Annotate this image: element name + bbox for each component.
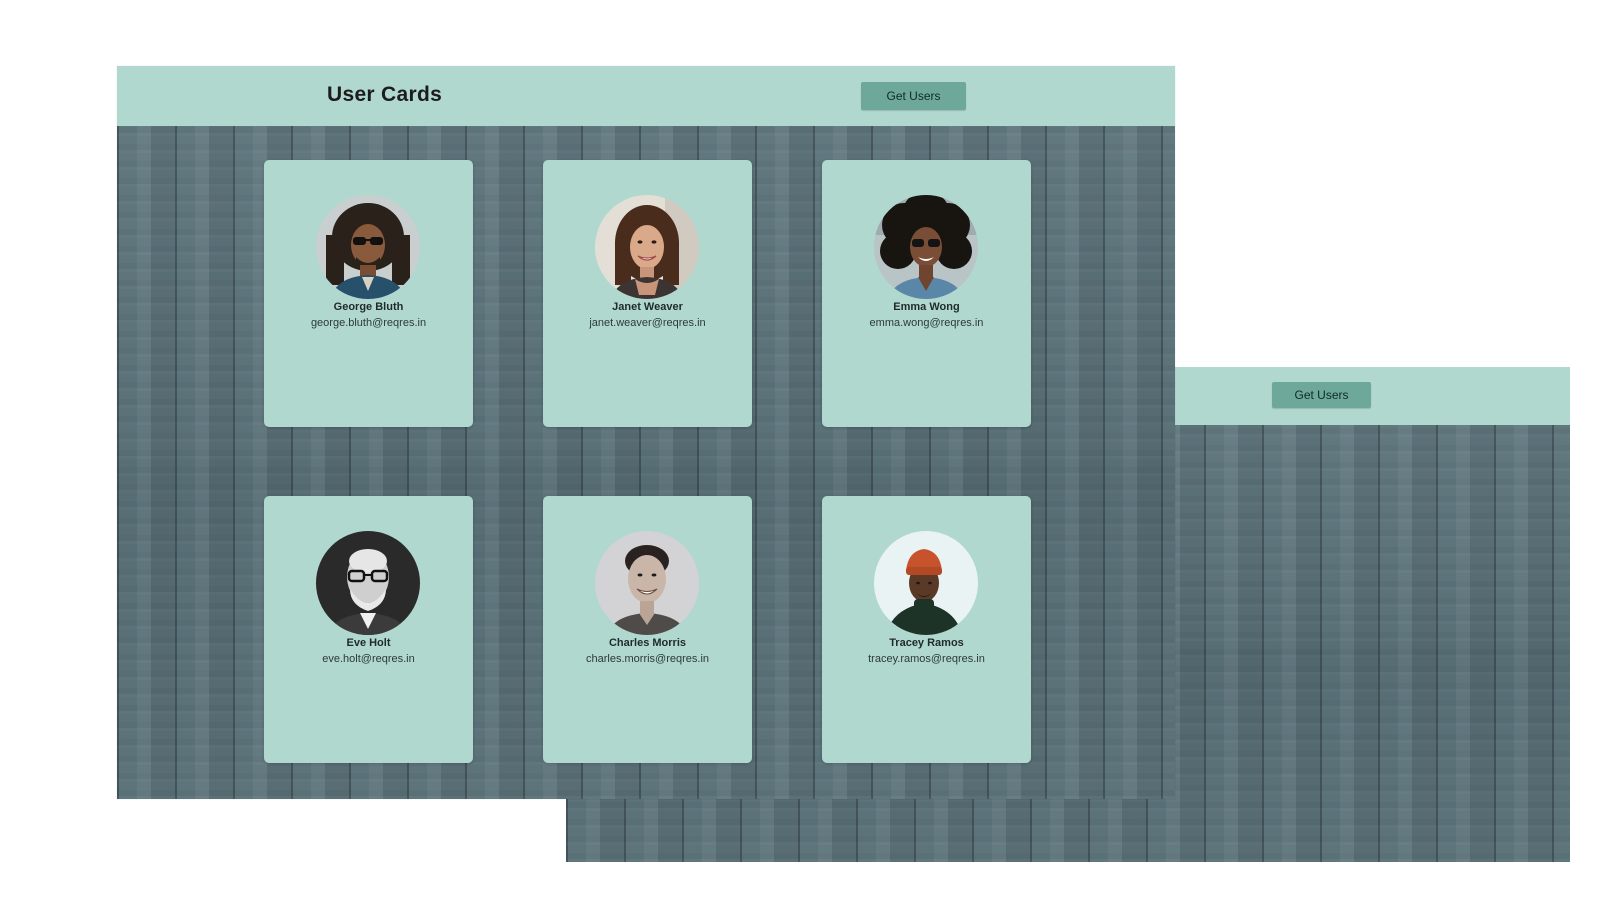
user-email: emma.wong@reqres.in: [869, 317, 984, 329]
cards-area: George Bluth george.bluth@reqres.in Jane…: [117, 126, 1175, 799]
user-name: Eve Holt: [346, 637, 391, 649]
user-name: George Bluth: [333, 301, 404, 313]
user-name: Janet Weaver: [612, 301, 683, 313]
user-name: Tracey Ramos: [889, 637, 964, 649]
app-header: User Cards Get Users: [117, 66, 1175, 126]
user-card: Eve Holt eve.holt@reqres.in: [264, 496, 473, 763]
avatar-photo-icon: [316, 531, 420, 635]
user-name: Charles Morris: [608, 637, 687, 649]
app-window: User Cards Get Users George Bluth george…: [117, 66, 1175, 799]
user-email: janet.weaver@reqres.in: [589, 317, 706, 329]
avatar-photo-icon: [595, 531, 699, 635]
avatar-photo-icon: [595, 195, 699, 299]
user-card: Tracey Ramos tracey.ramos@reqres.in: [822, 496, 1031, 763]
avatar-photo-icon: [874, 531, 978, 635]
user-email: eve.holt@reqres.in: [322, 653, 415, 665]
user-card: Charles Morris charles.morris@reqres.in: [543, 496, 752, 763]
user-email: charles.morris@reqres.in: [585, 653, 710, 665]
user-name: Emma Wong: [893, 301, 960, 313]
page-title: User Cards: [327, 83, 443, 106]
get-users-button[interactable]: Get Users: [861, 82, 966, 110]
user-card: George Bluth george.bluth@reqres.in: [264, 160, 473, 427]
user-email: tracey.ramos@reqres.in: [868, 653, 985, 665]
user-card: Emma Wong emma.wong@reqres.in: [822, 160, 1031, 427]
user-email: george.bluth@reqres.in: [310, 317, 427, 329]
user-card: Janet Weaver janet.weaver@reqres.in: [543, 160, 752, 427]
secondary-get-users-button[interactable]: Get Users: [1272, 382, 1371, 408]
avatar-photo-icon: [874, 195, 978, 299]
avatar-photo-icon: [316, 195, 420, 299]
